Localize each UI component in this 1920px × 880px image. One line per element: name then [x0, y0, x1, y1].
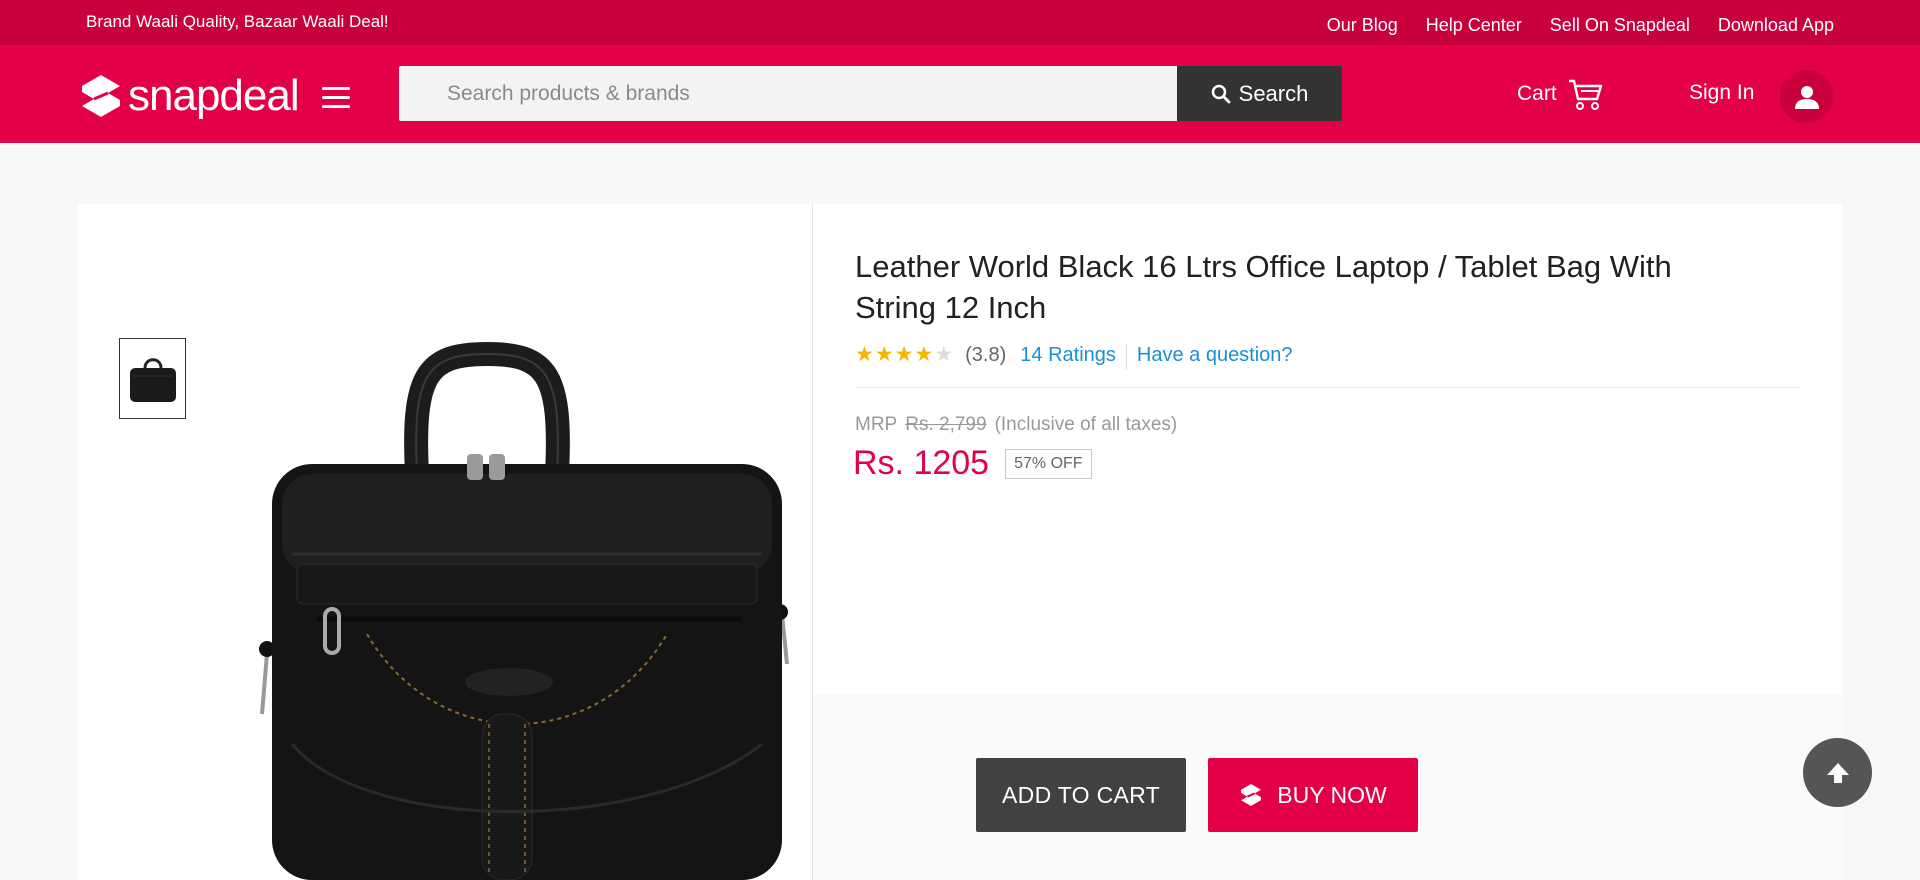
- search-input[interactable]: [399, 66, 1177, 121]
- mrp-value: Rs. 2,799: [905, 414, 987, 435]
- selling-price: Rs. 1205: [853, 444, 990, 482]
- product-thumbnail[interactable]: [119, 338, 186, 419]
- top-strip: Brand Waali Quality, Bazaar Waali Deal! …: [0, 0, 1920, 45]
- top-links: Our Blog Help Center Sell On Snapdeal Do…: [1327, 15, 1834, 36]
- search-button[interactable]: Search: [1177, 66, 1342, 121]
- star-icon: ★: [874, 343, 894, 366]
- tagline: Brand Waali Quality, Bazaar Waali Deal!: [86, 12, 389, 31]
- header: snapdeal Search Cart Sign In: [0, 45, 1920, 143]
- rating-stars: ★ ★ ★ ★ ★: [855, 344, 953, 366]
- discount-badge: 57% OFF: [1005, 448, 1092, 479]
- our-blog-link[interactable]: Our Blog: [1327, 15, 1398, 36]
- sign-in-link[interactable]: Sign In: [1689, 81, 1754, 105]
- user-icon: [1794, 85, 1819, 109]
- star-icon: ★: [894, 343, 914, 366]
- product-main-image[interactable]: [217, 314, 797, 880]
- mrp-row: MRP Rs. 2,799 (Inclusive of all taxes): [855, 414, 1177, 436]
- mrp-label: MRP: [855, 414, 898, 435]
- snapdeal-logo-icon: [1241, 784, 1262, 806]
- search-button-label: Search: [1238, 80, 1309, 106]
- buy-area: ADD TO CART BUY NOW: [813, 694, 1843, 880]
- ratings-count-link[interactable]: 14 Ratings: [1020, 344, 1116, 366]
- product-details: Leather World Black 16 Ltrs Office Lapto…: [813, 204, 1843, 694]
- star-icon: ★: [914, 343, 934, 366]
- snapdeal-logo-icon: [82, 75, 120, 117]
- buy-now-label: BUY NOW: [1277, 781, 1387, 808]
- user-avatar-button[interactable]: [1780, 70, 1833, 123]
- bag-thumbnail-image: [129, 357, 176, 402]
- product-title: Leather World Black 16 Ltrs Office Lapto…: [855, 249, 1672, 325]
- rating-value: (3.8): [965, 344, 1007, 366]
- help-center-link[interactable]: Help Center: [1426, 15, 1522, 36]
- cart-button[interactable]: Cart: [1517, 77, 1603, 111]
- sell-on-snapdeal-link[interactable]: Sell On Snapdeal: [1550, 15, 1690, 36]
- have-a-question-link[interactable]: Have a question?: [1137, 344, 1293, 366]
- scroll-top-icon: [1826, 762, 1849, 783]
- product-content: Leather World Black 16 Ltrs Office Lapto…: [77, 204, 1843, 880]
- scroll-to-top-button[interactable]: [1803, 738, 1872, 807]
- snapdeal-logo[interactable]: snapdeal: [78, 71, 300, 120]
- product-gallery: [77, 204, 813, 880]
- rating-row: ★ ★ ★ ★ ★ (3.8) 14 Ratings Have a question?: [855, 344, 1801, 388]
- logo-text: snapdeal: [128, 71, 300, 120]
- tax-note: (Inclusive of all taxes): [994, 414, 1178, 435]
- cart-icon: [1568, 79, 1602, 110]
- buy-now-button[interactable]: BUY NOW: [1208, 758, 1418, 832]
- divider: [1125, 344, 1127, 370]
- star-icon: ★: [934, 343, 954, 366]
- download-app-link[interactable]: Download App: [1718, 15, 1834, 36]
- search-icon: [1211, 84, 1231, 103]
- add-to-cart-button[interactable]: ADD TO CART: [976, 758, 1186, 832]
- menu-icon[interactable]: [322, 87, 350, 109]
- price-row: Rs. 1205 57% OFF: [853, 444, 1092, 483]
- cart-label: Cart: [1517, 82, 1557, 105]
- star-icon: ★: [855, 343, 874, 366]
